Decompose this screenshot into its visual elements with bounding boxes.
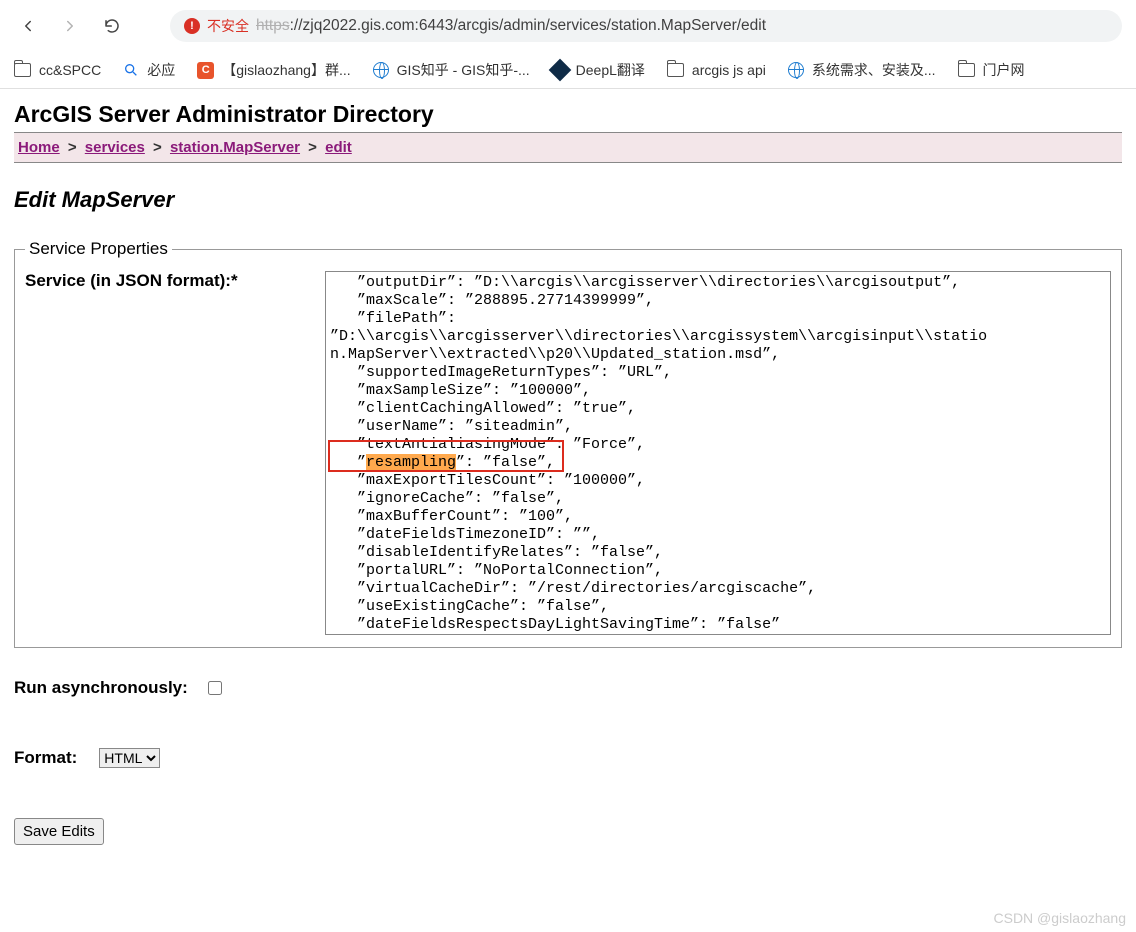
- highlighted-word: resampling: [366, 454, 456, 471]
- bookmark-label: 必应: [147, 60, 175, 80]
- bookmark-label: 【gislaozhang】群...: [222, 60, 350, 80]
- bookmark-label: DeepL翻译: [576, 60, 645, 80]
- page-title: ArcGIS Server Administrator Directory: [14, 101, 1122, 128]
- breadcrumb-separator: >: [304, 139, 321, 156]
- bookmark-item[interactable]: GIS知乎 - GIS知乎-...: [373, 60, 530, 80]
- bookmark-label: GIS知乎 - GIS知乎-...: [397, 60, 530, 80]
- page-heading: Edit MapServer: [14, 187, 1122, 213]
- search-icon: [123, 62, 139, 78]
- service-properties-fieldset: Service Properties Service (in JSON form…: [14, 239, 1122, 648]
- run-async-row: Run asynchronously:: [14, 678, 1122, 698]
- bookmark-item[interactable]: DeepL翻译: [552, 60, 645, 80]
- folder-icon: [667, 63, 684, 77]
- save-edits-button[interactable]: Save Edits: [14, 818, 104, 845]
- json-textarea[interactable]: ”outputDir”: ”D:\\arcgis\\arcgisserver\\…: [325, 271, 1111, 635]
- back-button[interactable]: [14, 12, 42, 40]
- arrow-left-icon: [19, 17, 37, 35]
- bookmarks-bar: cc&SPCC 必应 C 【gislaozhang】群... GIS知乎 - GIS知乎…: [0, 52, 1136, 88]
- breadcrumb: Home > services > station.MapServer > ed…: [14, 132, 1122, 163]
- browser-toolbar: ! 不安全 https://zjq2022.gis.com:6443/arcgi…: [0, 0, 1136, 52]
- breadcrumb-link[interactable]: services: [85, 139, 145, 156]
- run-async-label: Run asynchronously:: [14, 678, 188, 698]
- bookmark-label: cc&SPCC: [39, 62, 101, 78]
- reload-button[interactable]: [98, 12, 126, 40]
- breadcrumb-link[interactable]: station.MapServer: [170, 139, 300, 156]
- format-label: Format:: [14, 748, 77, 768]
- breadcrumb-separator: >: [149, 139, 166, 156]
- bookmark-item[interactable]: 必应: [123, 60, 175, 80]
- format-row: Format: HTML: [14, 748, 1122, 768]
- deepl-icon: [548, 59, 571, 82]
- folder-icon: [14, 63, 31, 77]
- bookmark-label: arcgis js api: [692, 62, 766, 78]
- watermark: CSDN @gislaozhang: [994, 910, 1127, 926]
- bookmark-label: 系统需求、安装及...: [812, 60, 936, 80]
- forward-button[interactable]: [56, 12, 84, 40]
- format-select[interactable]: HTML: [99, 748, 160, 768]
- globe-icon: [373, 62, 389, 78]
- bookmark-item[interactable]: cc&SPCC: [14, 62, 101, 78]
- breadcrumb-link[interactable]: Home: [18, 139, 60, 156]
- reload-icon: [103, 17, 121, 35]
- breadcrumb-separator: >: [64, 139, 81, 156]
- insecure-label: 不安全: [207, 16, 249, 36]
- json-text-content[interactable]: ”outputDir”: ”D:\\arcgis\\arcgisserver\\…: [326, 272, 1110, 634]
- json-label: Service (in JSON format):*: [25, 271, 315, 291]
- arrow-right-icon: [61, 17, 79, 35]
- folder-icon: [958, 63, 975, 77]
- bookmark-item[interactable]: C 【gislaozhang】群...: [197, 60, 350, 80]
- url-text: https://zjq2022.gis.com:6443/arcgis/admi…: [256, 17, 766, 35]
- bookmark-item[interactable]: 系统需求、安装及...: [788, 60, 936, 80]
- address-bar[interactable]: ! 不安全 https://zjq2022.gis.com:6443/arcgi…: [170, 10, 1122, 42]
- insecure-icon: !: [184, 18, 200, 34]
- bookmark-item[interactable]: arcgis js api: [667, 62, 766, 78]
- bookmark-item[interactable]: 门户网: [958, 60, 1025, 80]
- globe-icon: [788, 62, 804, 78]
- fieldset-legend: Service Properties: [25, 239, 172, 259]
- bookmark-label: 门户网: [983, 60, 1025, 80]
- breadcrumb-link[interactable]: edit: [325, 139, 352, 156]
- run-async-checkbox[interactable]: [208, 681, 222, 695]
- browser-chrome: ! 不安全 https://zjq2022.gis.com:6443/arcgi…: [0, 0, 1136, 89]
- page-content: ArcGIS Server Administrator Directory Ho…: [0, 89, 1136, 857]
- c-icon: C: [197, 62, 214, 79]
